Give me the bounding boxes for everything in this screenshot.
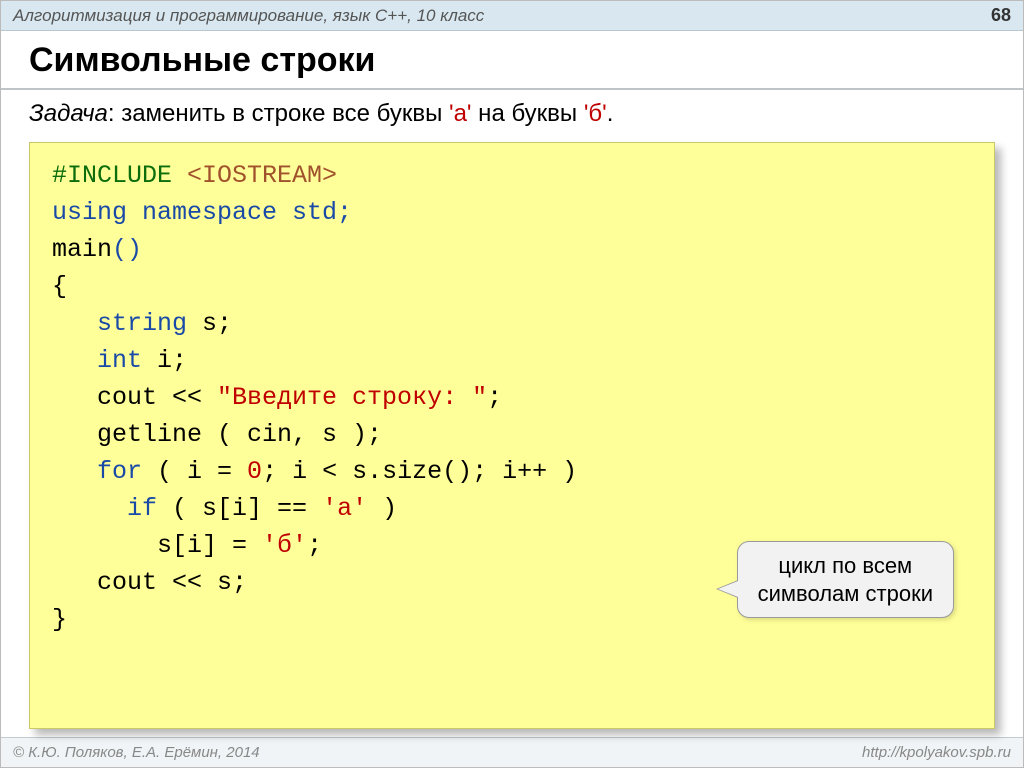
code-getline: getline ( cin, s ); bbox=[52, 420, 382, 449]
code-for: for bbox=[52, 457, 142, 486]
code-box: #INCLUDE <IOSTREAM> using namespace std;… bbox=[29, 142, 995, 729]
code-using: using namespace std; bbox=[52, 198, 352, 227]
page-title: Символьные строки bbox=[1, 31, 1023, 86]
task-label: Задача bbox=[29, 100, 108, 127]
task-after: . bbox=[607, 100, 614, 127]
code-if-close: ) bbox=[367, 494, 397, 523]
footer: © К.Ю. Поляков, Е.А. Ерёмин, 2014 http:/… bbox=[1, 737, 1023, 767]
task-char-a: 'а' bbox=[449, 100, 472, 127]
code-semi1: ; bbox=[487, 383, 502, 412]
code-assign: s[i] = bbox=[52, 531, 262, 560]
code-include: #INCLUDE bbox=[52, 161, 187, 190]
footer-left: © К.Ю. Поляков, Е.А. Ерёмин, 2014 bbox=[13, 744, 260, 761]
code-string: string bbox=[52, 309, 187, 338]
code-cout1: cout << bbox=[52, 383, 217, 412]
task-before: : заменить в строке все буквы bbox=[108, 100, 449, 127]
code-if-head: ( s[i] == bbox=[157, 494, 322, 523]
code-for-head2: ; i < s.size(); i++ ) bbox=[262, 457, 577, 486]
callout: цикл по всем символам строки bbox=[737, 541, 954, 618]
code-sdecl: s; bbox=[187, 309, 232, 338]
code-cout2: cout << s; bbox=[52, 568, 247, 597]
code-main: main bbox=[52, 235, 112, 264]
code-brace-open: { bbox=[52, 272, 67, 301]
code-for-head1: ( i = bbox=[142, 457, 247, 486]
task-middle: на буквы bbox=[472, 100, 584, 127]
code-main-paren: () bbox=[112, 235, 142, 264]
code-zero: 0 bbox=[247, 457, 262, 486]
callout-line-2: символам строки bbox=[758, 581, 933, 606]
task-char-b: 'б' bbox=[584, 100, 607, 127]
code-idecl: i; bbox=[157, 346, 187, 375]
callout-line-1: цикл по всем bbox=[778, 553, 912, 578]
code-if: if bbox=[52, 494, 157, 523]
page-number: 68 bbox=[991, 5, 1011, 26]
task-text: Задача: заменить в строке все буквы 'а' … bbox=[1, 90, 1023, 142]
code-brace-close: } bbox=[52, 605, 67, 634]
topbar: Алгоритмизация и программирование, язык … bbox=[1, 1, 1023, 31]
code-strlit: "Введите строку: " bbox=[217, 383, 487, 412]
course-label: Алгоритмизация и программирование, язык … bbox=[13, 6, 484, 26]
code-chr-a: 'а' bbox=[322, 494, 367, 523]
code-int: int bbox=[52, 346, 157, 375]
code-chr-b: 'б' bbox=[262, 531, 307, 560]
footer-right: http://kpolyakov.spb.ru bbox=[862, 744, 1011, 761]
slide: Алгоритмизация и программирование, язык … bbox=[0, 0, 1024, 768]
code-iostream: <IOSTREAM> bbox=[187, 161, 337, 190]
code-semi2: ; bbox=[307, 531, 322, 560]
